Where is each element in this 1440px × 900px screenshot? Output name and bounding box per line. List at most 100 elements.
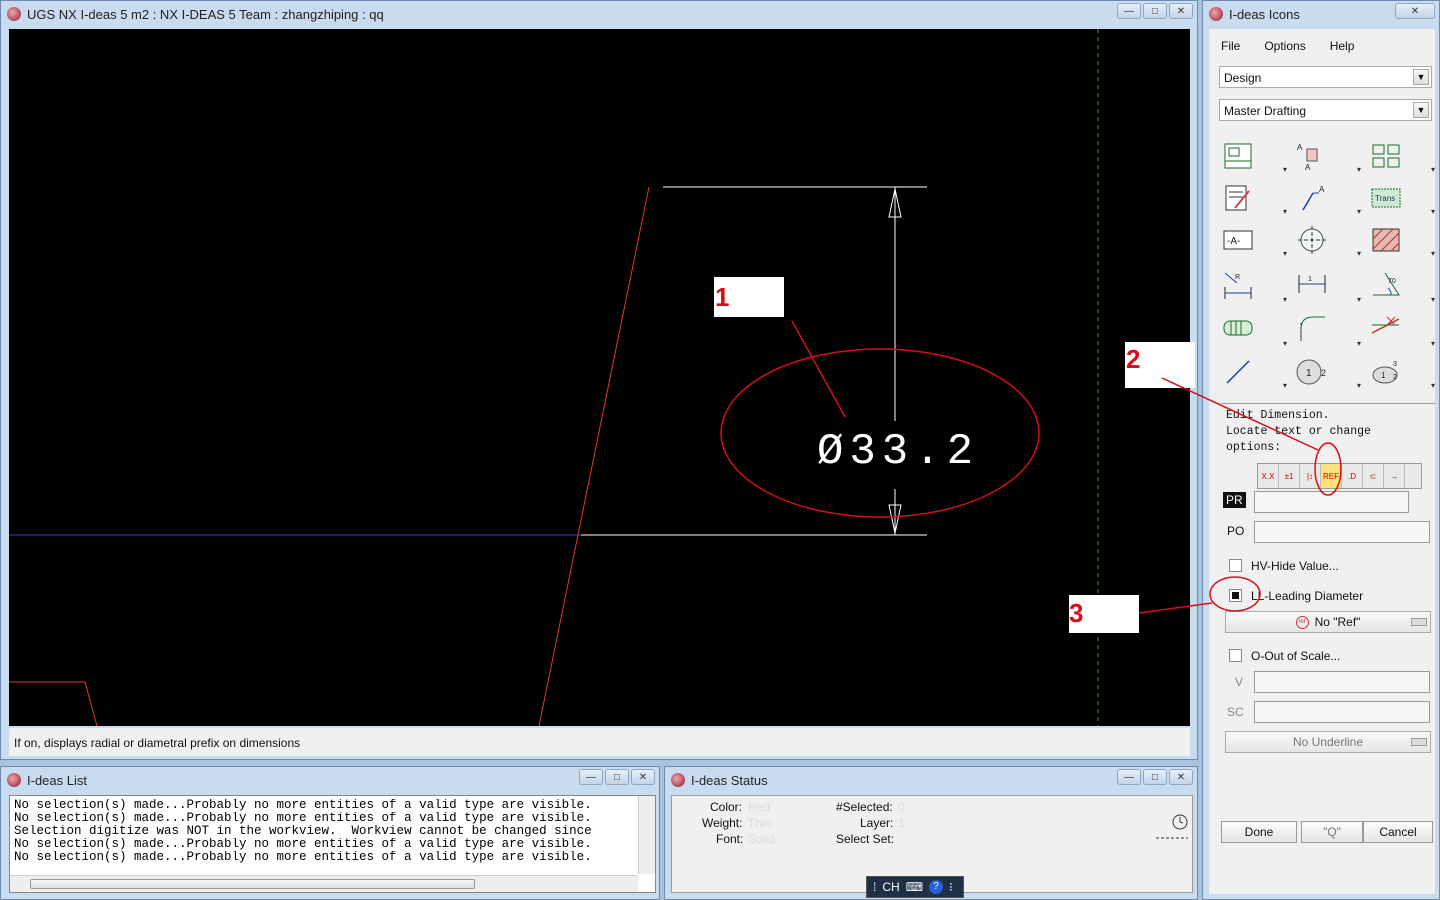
thread-icon[interactable] bbox=[1221, 313, 1255, 343]
svg-text:1: 1 bbox=[1306, 368, 1312, 379]
chevron-down-icon[interactable]: ▾ bbox=[1283, 295, 1287, 304]
leading-diameter-checkbox[interactable] bbox=[1229, 589, 1242, 602]
list-vertical-scrollbar[interactable] bbox=[638, 796, 655, 874]
svg-text:1: 1 bbox=[1308, 276, 1312, 283]
arrow-position-button[interactable]: |↕ bbox=[1300, 464, 1321, 488]
minimize-button[interactable]: — bbox=[579, 769, 603, 785]
ideas-list-window: I-deas List — □ ✕ No selection(s) made..… bbox=[0, 766, 660, 900]
minimize-button[interactable]: — bbox=[1117, 769, 1141, 785]
scroll-thumb[interactable] bbox=[30, 879, 475, 889]
chevron-down-icon[interactable]: ▾ bbox=[1357, 207, 1361, 216]
q-button[interactable]: "Q" bbox=[1301, 821, 1363, 843]
svg-text:2: 2 bbox=[1321, 368, 1326, 378]
chevron-down-icon[interactable]: ▾ bbox=[1283, 381, 1287, 390]
reference-button[interactable]: REF bbox=[1321, 464, 1342, 488]
annotation-number-1: 1 bbox=[715, 282, 730, 312]
graphics-titlebar[interactable]: UGS NX I-deas 5 m2 : NX I-DEAS 5 Team : … bbox=[1, 1, 1197, 27]
balloon-icon[interactable]: 12 bbox=[1295, 357, 1329, 387]
decimal-places-button[interactable]: X.X bbox=[1258, 464, 1279, 488]
list-line: No selection(s) made...Probably no more … bbox=[14, 812, 592, 825]
options-icon[interactable]: ⁝ bbox=[949, 880, 953, 894]
chevron-down-icon[interactable]: ▾ bbox=[1431, 207, 1435, 216]
chevron-down-icon[interactable]: ▾ bbox=[1283, 249, 1287, 258]
application-select[interactable]: Master Drafting ▼ bbox=[1219, 99, 1432, 121]
hide-value-checkbox[interactable] bbox=[1229, 559, 1242, 572]
ime-language[interactable]: CH bbox=[882, 880, 899, 894]
maximize-button[interactable]: □ bbox=[605, 769, 629, 785]
sc-label: SC bbox=[1227, 705, 1244, 719]
list-titlebar[interactable]: I-deas List bbox=[1, 767, 659, 793]
chevron-down-icon[interactable]: ▾ bbox=[1357, 381, 1361, 390]
chevron-down-icon[interactable]: ▾ bbox=[1357, 249, 1361, 258]
tolerance-button[interactable]: ±1 bbox=[1279, 464, 1300, 488]
minimize-button[interactable]: — bbox=[1117, 3, 1141, 19]
chevron-down-icon[interactable]: ▾ bbox=[1283, 207, 1287, 216]
chevron-down-icon[interactable]: ▾ bbox=[1431, 165, 1435, 174]
fillet-icon[interactable] bbox=[1295, 313, 1329, 343]
datum-feature-icon[interactable]: -A- bbox=[1221, 225, 1255, 255]
close-button[interactable]: ✕ bbox=[1395, 3, 1435, 19]
chevron-down-icon[interactable]: ▾ bbox=[1431, 249, 1435, 258]
chevron-down-icon[interactable]: ▾ bbox=[1357, 165, 1361, 174]
ime-language-bar[interactable]: ⁞ CH ⌨ ? ⁝ bbox=[866, 876, 964, 898]
note-edit-icon[interactable] bbox=[1221, 183, 1255, 213]
more-options-button[interactable]: → bbox=[1384, 464, 1405, 488]
chevron-down-icon[interactable]: ▾ bbox=[1283, 165, 1287, 174]
list-title: I-deas List bbox=[27, 772, 87, 788]
task-select[interactable]: Design ▼ bbox=[1219, 66, 1432, 88]
maximize-button[interactable]: □ bbox=[1143, 769, 1167, 785]
task-value: Design bbox=[1224, 71, 1262, 85]
out-of-scale-checkbox[interactable] bbox=[1229, 649, 1242, 662]
underline-select[interactable]: No Underline bbox=[1225, 731, 1431, 753]
menu-file[interactable]: File bbox=[1209, 35, 1252, 57]
chevron-down-icon[interactable]: ▼ bbox=[1413, 69, 1429, 85]
leader-note-icon[interactable]: A bbox=[1295, 183, 1329, 213]
menu-options[interactable]: Options bbox=[1252, 35, 1317, 57]
text-location-icon[interactable]: AA bbox=[1295, 141, 1329, 171]
drawing-layout-icon[interactable] bbox=[1221, 141, 1255, 171]
chevron-down-icon[interactable]: ▾ bbox=[1357, 339, 1361, 348]
centerline-icon[interactable] bbox=[1295, 225, 1329, 255]
help-icon[interactable]: ? bbox=[929, 880, 944, 894]
linear-dimension-icon[interactable]: 1 bbox=[1295, 269, 1329, 299]
chevron-down-icon[interactable]: ▾ bbox=[1283, 339, 1287, 348]
close-button[interactable]: ✕ bbox=[1169, 3, 1193, 19]
menu-help[interactable]: Help bbox=[1318, 35, 1367, 57]
v-input[interactable] bbox=[1254, 671, 1430, 693]
text-orient-button[interactable]: ⊂ bbox=[1363, 464, 1384, 488]
radial-dimension-icon[interactable]: R bbox=[1221, 269, 1255, 299]
multi-balloon-icon[interactable]: 13 2 bbox=[1369, 357, 1403, 387]
prefix-input[interactable] bbox=[1254, 491, 1409, 513]
ideas-app-icon bbox=[7, 773, 21, 787]
maximize-button[interactable]: □ bbox=[1143, 3, 1167, 19]
trim-icon[interactable] bbox=[1369, 313, 1403, 343]
chevron-down-icon[interactable]: ▾ bbox=[1357, 295, 1361, 304]
cancel-button[interactable]: Cancel bbox=[1363, 821, 1433, 843]
prefix-label: PR bbox=[1223, 492, 1246, 508]
hatch-icon[interactable] bbox=[1369, 225, 1403, 255]
close-button[interactable]: ✕ bbox=[631, 769, 655, 785]
angular-dimension-icon[interactable]: 70 bbox=[1369, 269, 1403, 299]
chevron-down-icon[interactable]: ▾ bbox=[1431, 295, 1435, 304]
done-button[interactable]: Done bbox=[1221, 821, 1297, 843]
postfix-input[interactable] bbox=[1254, 521, 1430, 543]
chevron-down-icon[interactable]: ▾ bbox=[1431, 339, 1435, 348]
list-output[interactable]: No selection(s) made...Probably no more … bbox=[9, 795, 656, 893]
status-title: I-deas Status bbox=[691, 772, 768, 788]
postfix-label: PO bbox=[1227, 524, 1245, 538]
drawing-canvas[interactable]: Ø33.2 bbox=[9, 29, 1190, 726]
view-layout-icon[interactable] bbox=[1369, 141, 1403, 171]
weight-label: Weight: bbox=[702, 816, 743, 830]
chevron-down-icon[interactable]: ▼ bbox=[1413, 102, 1429, 118]
selected-value: 0 bbox=[898, 800, 905, 814]
dimension-text[interactable]: Ø33.2 bbox=[817, 427, 979, 477]
sc-input[interactable] bbox=[1254, 701, 1430, 723]
transform-icon[interactable]: Trans bbox=[1369, 183, 1403, 213]
dual-dimension-button[interactable]: .D bbox=[1342, 464, 1363, 488]
keyboard-icon[interactable]: ⌨ bbox=[906, 880, 923, 894]
line-icon[interactable] bbox=[1221, 357, 1255, 387]
list-horizontal-scrollbar[interactable] bbox=[10, 875, 638, 892]
close-button[interactable]: ✕ bbox=[1169, 769, 1193, 785]
reference-select[interactable]: ref No "Ref" bbox=[1225, 611, 1431, 633]
chevron-down-icon[interactable]: ▾ bbox=[1431, 381, 1435, 390]
